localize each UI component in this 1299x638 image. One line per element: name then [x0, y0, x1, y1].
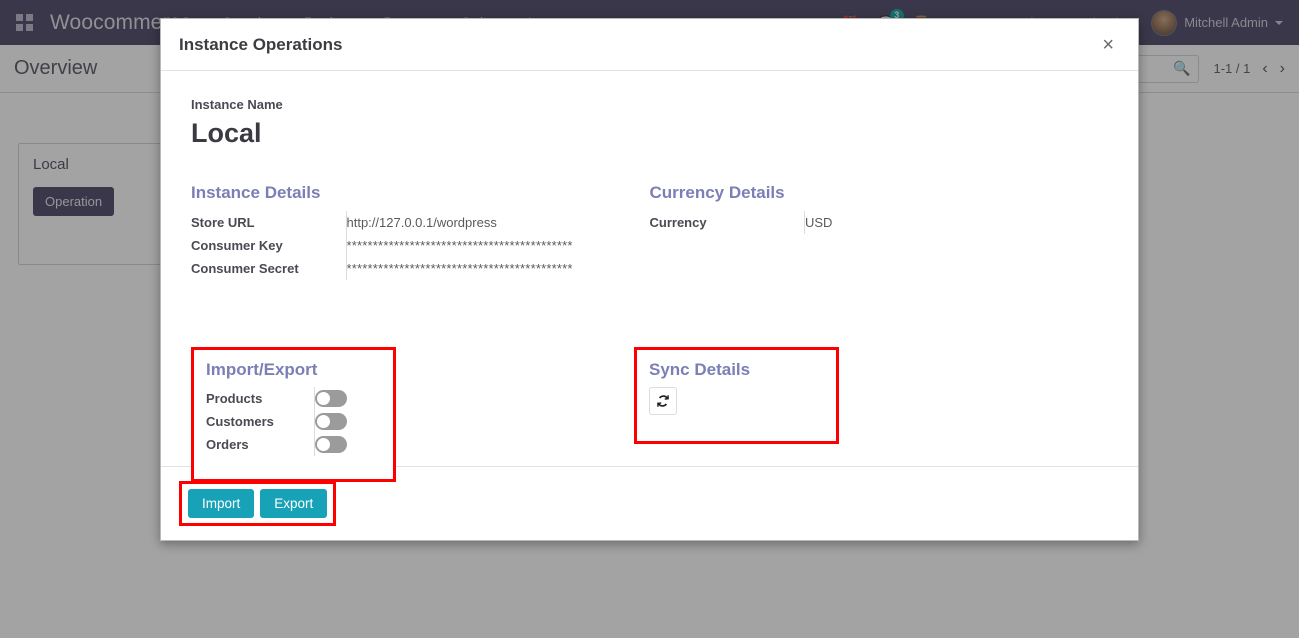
refresh-sync-icon[interactable]	[649, 387, 677, 415]
application-root: Woocommerce Overview Products Partners O…	[0, 0, 1299, 638]
export-button[interactable]: Export	[260, 489, 328, 518]
consumer-secret-label: Consumer Secret	[191, 261, 299, 276]
currency-details-group: Currency Details Currency USD	[649, 183, 1108, 280]
instance-details-table: Store URL http://127.0.0.1/wordpress Con…	[191, 211, 650, 280]
currency-details-table: Currency USD	[649, 211, 1108, 234]
sync-details-title: Sync Details	[649, 360, 751, 379]
instance-name-value: Local	[191, 118, 262, 148]
currency-label: Currency	[649, 215, 707, 230]
orders-label: Orders	[206, 437, 249, 453]
table-row: Consumer Secret ************************…	[191, 257, 650, 280]
table-row: Products	[206, 387, 381, 411]
orders-toggle-cell	[313, 433, 381, 457]
footer-buttons-highlight: Import Export	[179, 481, 337, 526]
consumer-key-value: ****************************************…	[345, 234, 650, 257]
modal-header: Instance Operations ×	[161, 19, 1138, 71]
store-url-value: http://127.0.0.1/wordpress	[345, 211, 650, 234]
store-url-label: Store URL	[191, 215, 255, 230]
products-toggle[interactable]	[314, 390, 347, 408]
modal-title: Instance Operations	[179, 34, 343, 54]
products-toggle-cell	[313, 387, 381, 411]
import-export-table: Products Customers Orders	[206, 387, 381, 457]
sync-details-group: Sync Details	[634, 347, 839, 444]
table-row: Customers	[206, 410, 381, 434]
table-row: Currency USD	[649, 211, 1108, 234]
customers-label: Customers	[206, 414, 274, 430]
modal-body: Instance Name Local Instance Details Sto…	[161, 71, 1138, 482]
close-icon[interactable]: ×	[1100, 35, 1116, 55]
consumer-key-label: Consumer Key	[191, 238, 283, 253]
import-button[interactable]: Import	[188, 489, 255, 518]
instance-details-group: Instance Details Store URL http://127.0.…	[191, 183, 650, 280]
import-export-title: Import/Export	[206, 360, 318, 379]
currency-details-title: Currency Details	[649, 183, 785, 202]
table-row: Orders	[206, 433, 381, 457]
table-row: Consumer Key ***************************…	[191, 234, 650, 257]
instance-name-label: Instance Name	[191, 97, 283, 112]
customers-toggle[interactable]	[314, 413, 347, 431]
products-label: Products	[206, 391, 263, 407]
table-row: Store URL http://127.0.0.1/wordpress	[191, 211, 650, 234]
consumer-secret-value: ****************************************…	[345, 257, 650, 280]
details-columns: Instance Details Store URL http://127.0.…	[191, 183, 1108, 280]
customers-toggle-cell	[313, 410, 381, 434]
orders-toggle[interactable]	[314, 436, 347, 454]
currency-value: USD	[804, 211, 1108, 234]
instance-details-title: Instance Details	[191, 183, 321, 202]
import-export-group: Import/Export Products Customers Orders	[191, 347, 396, 482]
instance-operations-dialog: Instance Operations × Instance Name Loca…	[160, 18, 1139, 541]
